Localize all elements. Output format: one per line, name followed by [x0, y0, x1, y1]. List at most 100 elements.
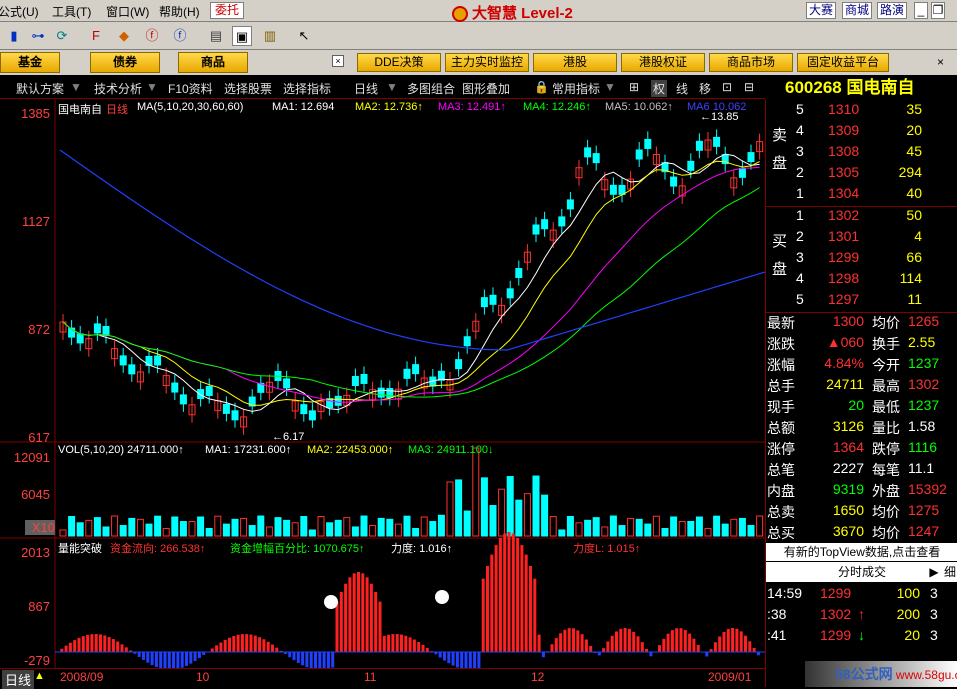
energy-bar: [370, 584, 373, 652]
energy-bar: [357, 572, 360, 652]
bar-chart-icon[interactable]: ▮: [4, 26, 24, 46]
btn-move[interactable]: 移: [699, 80, 711, 97]
window-icon[interactable]: ▣: [232, 26, 252, 46]
tab-fund[interactable]: 基金: [0, 52, 60, 73]
energy-bar: [116, 642, 119, 652]
tab-hk-warrant[interactable]: 港股权证: [621, 53, 705, 72]
tab-fixed-income[interactable]: 固定收益平台: [797, 53, 889, 72]
volume-bar: [404, 516, 410, 536]
settings-icon[interactable]: ⊟: [744, 80, 754, 94]
energy-bar: [439, 652, 442, 658]
topview-notice[interactable]: 有新的TopView数据,点击查看: [766, 543, 957, 561]
refresh-icon[interactable]: ⟳: [52, 26, 72, 46]
lock-icon[interactable]: 🔒: [534, 80, 549, 94]
energy-bar: [619, 629, 622, 652]
menu-help[interactable]: 帮助(H): [159, 3, 200, 20]
candlestick: [533, 225, 539, 234]
energy-bar: [73, 640, 76, 652]
energy-bar: [125, 647, 128, 652]
stat-row: 总卖1650均价1275: [766, 502, 957, 523]
tick-row: 14:5912991003: [766, 585, 957, 606]
menu-tools[interactable]: 工具(T): [52, 3, 91, 20]
energy-bar: [572, 628, 575, 652]
menu-multi-chart[interactable]: 多图组合: [407, 80, 455, 97]
diamond-icon[interactable]: ◆: [114, 26, 134, 46]
menu-daily[interactable]: 日线: [354, 80, 378, 97]
entrust-button[interactable]: 委托: [210, 2, 244, 19]
f-red-icon[interactable]: F: [86, 26, 106, 46]
tab-bond[interactable]: 债券: [90, 52, 160, 73]
energy-bar: [215, 645, 218, 652]
tab-commodity[interactable]: 商品: [178, 52, 248, 73]
workarea-close-icon[interactable]: ×: [332, 55, 344, 67]
binoculars-icon[interactable]: ⊶: [28, 26, 48, 46]
menu-window[interactable]: 窗口(W): [106, 3, 149, 20]
document-icon[interactable]: ▤: [206, 26, 226, 46]
energy-bar: [159, 652, 162, 669]
volume-bar: [163, 528, 169, 536]
tab-main-monitor[interactable]: 主力实时监控: [445, 53, 529, 72]
energy-bar: [353, 573, 356, 652]
menu-common-indicator[interactable]: 常用指标: [552, 80, 600, 97]
low-marker: ←6.17: [272, 431, 304, 443]
category-bar: 基金 债券 商品 工作区 × DDE决策 主力实时监控 港股 港股权证 商品市场…: [0, 50, 957, 75]
brand-logo-icon: [452, 6, 468, 22]
tab-dde[interactable]: DDE决策: [357, 53, 441, 72]
tab-commodity-market[interactable]: 商品市场: [709, 53, 793, 72]
energy-bar: [585, 639, 588, 652]
quote-panel: 卖盘 买盘 5131035413092031308452130529411304…: [765, 100, 957, 687]
volume-bar: [438, 515, 444, 536]
btn-line[interactable]: 线: [676, 80, 688, 97]
energy-bar: [675, 628, 678, 652]
energy-bar: [275, 648, 278, 652]
menu-default-scheme[interactable]: 默认方案: [16, 80, 64, 97]
chart-svg[interactable]: [0, 100, 765, 687]
bid-row: 3129966: [766, 249, 957, 270]
volume-bar: [748, 525, 754, 536]
volume-bar: [120, 526, 126, 536]
help-pointer-icon[interactable]: ↖: [294, 26, 314, 46]
time-sales-header[interactable]: 分时成交▶细: [766, 562, 957, 582]
menu-select-stock[interactable]: 选择股票: [224, 80, 272, 97]
menu-tech-analysis[interactable]: 技术分析: [94, 80, 142, 97]
chart-area[interactable]: 国电南自 日线 MA(5,10,20,30,60,60) MA1: 12.694…: [0, 100, 765, 687]
period-tab[interactable]: 日线: [2, 670, 34, 689]
menu-f10[interactable]: F10资料: [168, 80, 213, 97]
roadshow-button[interactable]: 路演: [877, 2, 907, 19]
volume-bar: [636, 519, 642, 536]
candlestick: [714, 137, 720, 146]
f-circle-blue-icon[interactable]: ⓕ: [170, 26, 190, 46]
zoom-in-icon[interactable]: ⊡: [722, 80, 732, 94]
volume-bar: [585, 520, 591, 536]
volume-bar: [757, 516, 763, 536]
energy-bar: [606, 641, 609, 652]
candlestick: [120, 356, 126, 365]
energy-bar: [219, 642, 222, 652]
f-circle-red-icon[interactable]: ⓕ: [142, 26, 162, 46]
candlestick: [198, 390, 204, 399]
tab-hk-stock[interactable]: 港股: [533, 53, 617, 72]
crosshair-icon[interactable]: ⊞: [629, 80, 639, 94]
menu-select-indicator[interactable]: 选择指标: [283, 80, 331, 97]
energy-bar: [310, 652, 313, 669]
energy-bar: [78, 638, 81, 652]
menu-overlay[interactable]: 图形叠加: [462, 80, 510, 97]
energy-bar: [176, 652, 179, 669]
date-tick: 11: [364, 670, 376, 684]
minimize-icon[interactable]: _: [914, 2, 928, 19]
energy-bar: [680, 628, 683, 652]
contest-button[interactable]: 大赛: [806, 2, 836, 19]
volume-bar: [714, 516, 720, 536]
btn-rights[interactable]: 权: [651, 80, 667, 97]
mall-button[interactable]: 商城: [842, 2, 872, 19]
books-icon[interactable]: ▥: [260, 26, 280, 46]
menu-formula[interactable]: 公式(U): [0, 3, 39, 20]
watermark: 58公式网 www.58gu.com: [805, 661, 957, 687]
energy-bar: [288, 652, 291, 657]
kline-period: 日线: [106, 101, 128, 117]
energy-bar: [658, 645, 661, 652]
restore-icon[interactable]: ❐: [931, 2, 945, 19]
energy-strength-l: 力度L: 1.015↑: [573, 540, 640, 556]
catbar-close-icon[interactable]: ×: [937, 55, 944, 69]
stat-row: 最新1300均价1265: [766, 313, 957, 334]
